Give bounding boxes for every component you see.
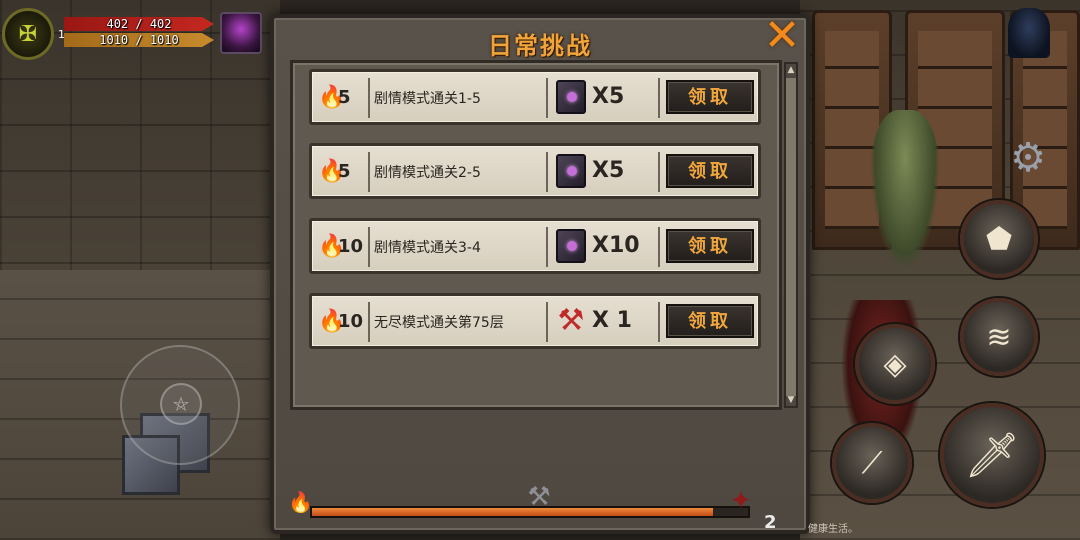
task-row: 🔥 5 剧情模式通关2-5 X5 领取 [309, 143, 761, 199]
reward-quantity: X10 [592, 233, 640, 258]
task-row: 🔥 10 无尽模式通关第75层 ⚒ X 1 领取 [309, 293, 761, 349]
daily-challenge-panel: 日常挑战 🔥 5 剧情模式通关1-5 X5 领取 🔥 5 剧情模式通关2-5 X… [270, 14, 810, 534]
task-points: 5 [338, 161, 351, 182]
task-description: 剧情模式通关2-5 [374, 165, 481, 181]
reward-quantity: X 1 [592, 308, 632, 333]
claim-button[interactable]: 领取 [666, 154, 754, 188]
guild-emblem-icon[interactable]: ✠ [2, 8, 54, 60]
divider [658, 302, 660, 342]
npc-creature[interactable] [870, 110, 940, 270]
divider [658, 227, 660, 267]
task-description: 无尽模式通关第75层 [374, 315, 504, 331]
scrollbar-thumb[interactable] [786, 78, 796, 396]
skill-cloak-button[interactable]: ◈ [855, 324, 935, 404]
task-description: 剧情模式通关3-4 [374, 240, 481, 256]
milestone-axe-icon[interactable]: ⚒ [524, 482, 554, 528]
milestone-count: 2 [764, 512, 777, 533]
settings-gear-icon[interactable]: ⚙ [1002, 132, 1054, 184]
scroll-down-icon[interactable]: ▼ [786, 394, 796, 406]
skill-claw-button[interactable]: ⟋ [832, 423, 912, 503]
claim-button[interactable]: 领取 [666, 304, 754, 338]
flame-icon: 🔥 [318, 234, 346, 259]
divider [546, 302, 548, 342]
task-row: 🔥 5 剧情模式通关1-5 X5 领取 [309, 69, 761, 125]
spellbook-icon[interactable] [552, 151, 590, 191]
attack-dagger-button[interactable]: 🗡 [940, 403, 1044, 507]
spellbook-icon[interactable] [552, 226, 590, 266]
divider [368, 78, 370, 118]
divider [546, 227, 548, 267]
task-description: 剧情模式通关1-5 [374, 91, 481, 107]
player-hud: ✠ 1 402 / 402 1010 / 1010 [0, 0, 270, 62]
task-points: 10 [338, 311, 364, 332]
axe-icon[interactable]: ⚒ [552, 301, 590, 341]
divider [546, 78, 548, 118]
reward-quantity: X5 [592, 84, 625, 109]
flame-icon: 🔥 [318, 85, 346, 110]
spellbook-icon[interactable] [552, 77, 590, 117]
reward-quantity: X5 [592, 158, 625, 183]
task-points: 10 [338, 236, 364, 257]
task-list[interactable]: 🔥 5 剧情模式通关1-5 X5 领取 🔥 5 剧情模式通关2-5 X5 领取 … [290, 60, 782, 410]
scroll-up-icon[interactable]: ▲ [786, 64, 796, 76]
scrollbar[interactable]: ▲ ▼ [784, 62, 798, 408]
pet-portrait-avatar[interactable] [220, 12, 262, 54]
close-icon[interactable]: ✕ [762, 14, 802, 58]
divider [368, 227, 370, 267]
player-level: 1 [58, 28, 65, 41]
joystick-knob-icon[interactable]: ⛤ [160, 383, 202, 425]
progress-fill [312, 508, 714, 516]
health-notice: 健康生活。 [808, 524, 858, 535]
skill-shield-button[interactable]: ⬟ [960, 200, 1038, 278]
divider [368, 152, 370, 192]
task-row: 🔥 10 剧情模式通关3-4 X10 领取 [309, 218, 761, 274]
divider [368, 302, 370, 342]
claim-button[interactable]: 领取 [666, 80, 754, 114]
hp-bar: 402 / 402 [64, 17, 214, 31]
flame-icon: 🔥 [318, 309, 346, 334]
npc-top-hat-icon[interactable] [1008, 8, 1050, 58]
divider [658, 78, 660, 118]
panel-title: 日常挑战 [488, 32, 592, 60]
divider [658, 152, 660, 192]
claim-button[interactable]: 领取 [666, 229, 754, 263]
mp-bar: 1010 / 1010 [64, 33, 214, 47]
flame-icon: 🔥 [318, 159, 346, 184]
divider [546, 152, 548, 192]
task-points: 5 [338, 87, 351, 108]
milestone-reward-icon[interactable]: ✦ [730, 486, 752, 516]
skill-lightning-button[interactable]: ≋ [960, 298, 1038, 376]
